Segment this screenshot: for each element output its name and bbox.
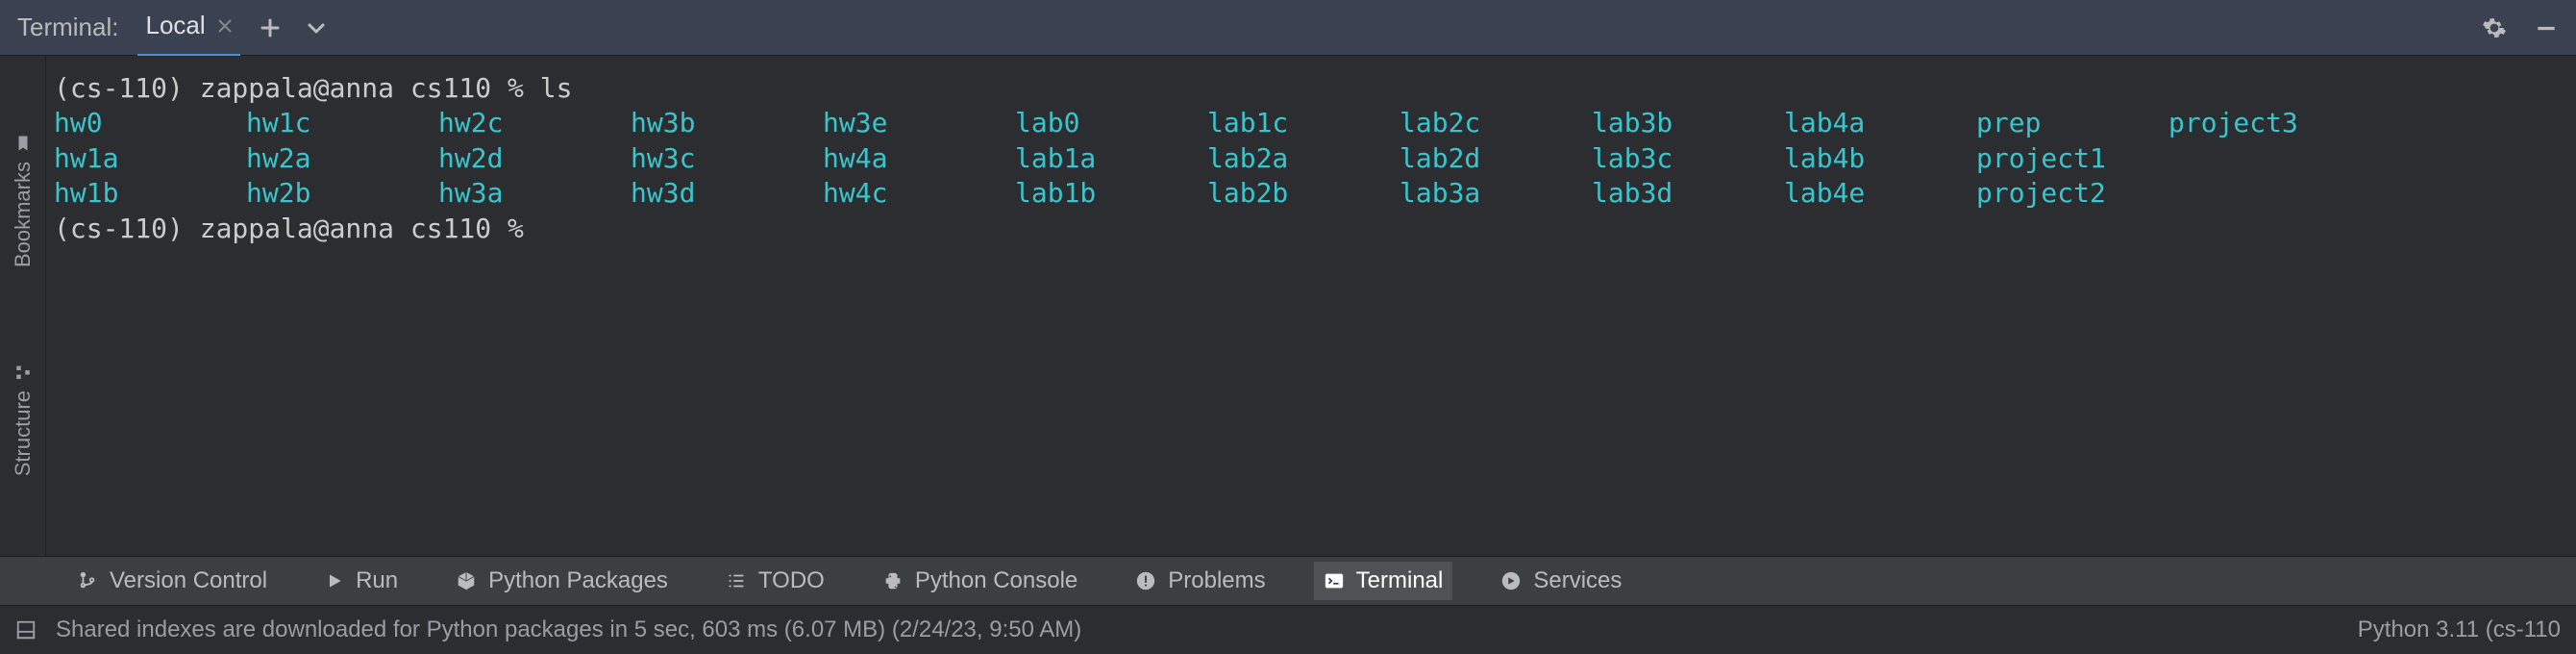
ls-entry: hw1b xyxy=(54,176,246,211)
ls-entry: lab1b xyxy=(1015,176,1207,211)
tab-label: Terminal xyxy=(1356,567,1444,594)
ls-row: hw0hw1chw2chw3bhw3elab0lab1clab2clab3bla… xyxy=(54,106,2568,140)
ls-row: hw1bhw2bhw3ahw3dhw4clab1blab2blab3alab3d… xyxy=(54,176,2568,211)
tab-label: TODO xyxy=(758,567,825,594)
ls-entry: hw2c xyxy=(438,106,631,140)
tab-label: Problems xyxy=(1168,567,1265,594)
ls-entry: lab3d xyxy=(1592,176,1784,211)
tab-label: Local xyxy=(145,11,205,40)
ls-entry xyxy=(2168,141,2361,176)
terminal-header: Terminal: Local xyxy=(0,0,2576,56)
ls-entry: lab4b xyxy=(1784,141,1976,176)
ls-entry: project1 xyxy=(1976,141,2168,176)
ls-entry xyxy=(2168,176,2361,211)
ls-entry: lab4e xyxy=(1784,176,1976,211)
ls-entry: lab1c xyxy=(1207,106,1399,140)
ls-entry: prep xyxy=(1976,106,2168,140)
panel-title: Terminal: xyxy=(17,13,118,42)
tab-label: Version Control xyxy=(110,567,267,594)
ls-entry: lab1a xyxy=(1015,141,1207,176)
tab-python-console[interactable]: Python Console xyxy=(873,562,1087,600)
ls-entry: hw2a xyxy=(246,141,438,176)
tab-services[interactable]: Services xyxy=(1491,562,1631,600)
ls-entry: lab2c xyxy=(1399,106,1592,140)
ls-entry: lab2b xyxy=(1207,176,1399,211)
chevron-down-icon[interactable] xyxy=(306,17,327,38)
structure-tool[interactable]: Structure xyxy=(11,364,36,476)
bottom-tool-tabs: Version Control Run Python Packages TODO… xyxy=(0,556,2576,606)
terminal-tab-local[interactable]: Local xyxy=(137,11,239,58)
tab-python-packages[interactable]: Python Packages xyxy=(446,562,678,600)
ls-entry: hw3c xyxy=(631,141,823,176)
bookmarks-label: Bookmarks xyxy=(11,162,36,267)
ls-entry: hw2b xyxy=(246,176,438,211)
ls-entry: lab3c xyxy=(1592,141,1784,176)
ls-entry: hw3e xyxy=(823,106,1015,140)
interpreter-indicator[interactable]: Python 3.11 (cs-110 xyxy=(2358,616,2561,643)
ls-row: hw1ahw2ahw2dhw3chw4alab1alab2alab2dlab3c… xyxy=(54,141,2568,176)
ls-entry: lab2d xyxy=(1399,141,1592,176)
status-bar: Shared indexes are downloaded for Python… xyxy=(0,606,2576,654)
ls-entry: hw0 xyxy=(54,106,246,140)
tab-version-control[interactable]: Version Control xyxy=(67,562,277,600)
ls-output: hw0hw1chw2chw3bhw3elab0lab1clab2clab3bla… xyxy=(54,106,2568,211)
tab-label: Run xyxy=(356,567,398,594)
add-tab-icon[interactable] xyxy=(260,17,281,38)
tab-todo[interactable]: TODO xyxy=(716,562,834,600)
tab-label: Python Packages xyxy=(488,567,668,594)
ls-entry: project3 xyxy=(2168,106,2361,140)
ls-entry: hw3b xyxy=(631,106,823,140)
ls-entry: lab3a xyxy=(1399,176,1592,211)
gear-icon[interactable] xyxy=(2482,15,2507,40)
ls-entry: lab0 xyxy=(1015,106,1207,140)
tool-windows-icon[interactable] xyxy=(15,619,37,641)
ls-entry: hw3d xyxy=(631,176,823,211)
tab-label: Python Console xyxy=(915,567,1077,594)
minimize-icon[interactable] xyxy=(2534,15,2559,40)
status-message: Shared indexes are downloaded for Python… xyxy=(56,616,1081,643)
ls-entry: hw4a xyxy=(823,141,1015,176)
close-icon[interactable] xyxy=(217,18,233,34)
left-tool-rail: Bookmarks Structure xyxy=(0,56,46,556)
ls-entry: hw2d xyxy=(438,141,631,176)
ls-entry: hw1a xyxy=(54,141,246,176)
ls-entry: lab3b xyxy=(1592,106,1784,140)
bookmarks-tool[interactable]: Bookmarks xyxy=(11,135,36,267)
terminal-prompt: (cs-110) zappala@anna cs110 % xyxy=(54,212,2568,246)
tab-problems[interactable]: Problems xyxy=(1126,562,1275,600)
terminal-output[interactable]: (cs-110) zappala@anna cs110 % ls hw0hw1c… xyxy=(46,56,2576,556)
tab-terminal[interactable]: Terminal xyxy=(1314,562,1453,600)
tab-run[interactable]: Run xyxy=(315,562,408,600)
tab-label: Services xyxy=(1533,567,1622,594)
ls-entry: lab2a xyxy=(1207,141,1399,176)
terminal-line: (cs-110) zappala@anna cs110 % ls xyxy=(54,71,2568,106)
ls-entry: hw1c xyxy=(246,106,438,140)
structure-label: Structure xyxy=(11,390,36,476)
ls-entry: lab4a xyxy=(1784,106,1976,140)
ls-entry: hw3a xyxy=(438,176,631,211)
ls-entry: project2 xyxy=(1976,176,2168,211)
ls-entry: hw4c xyxy=(823,176,1015,211)
